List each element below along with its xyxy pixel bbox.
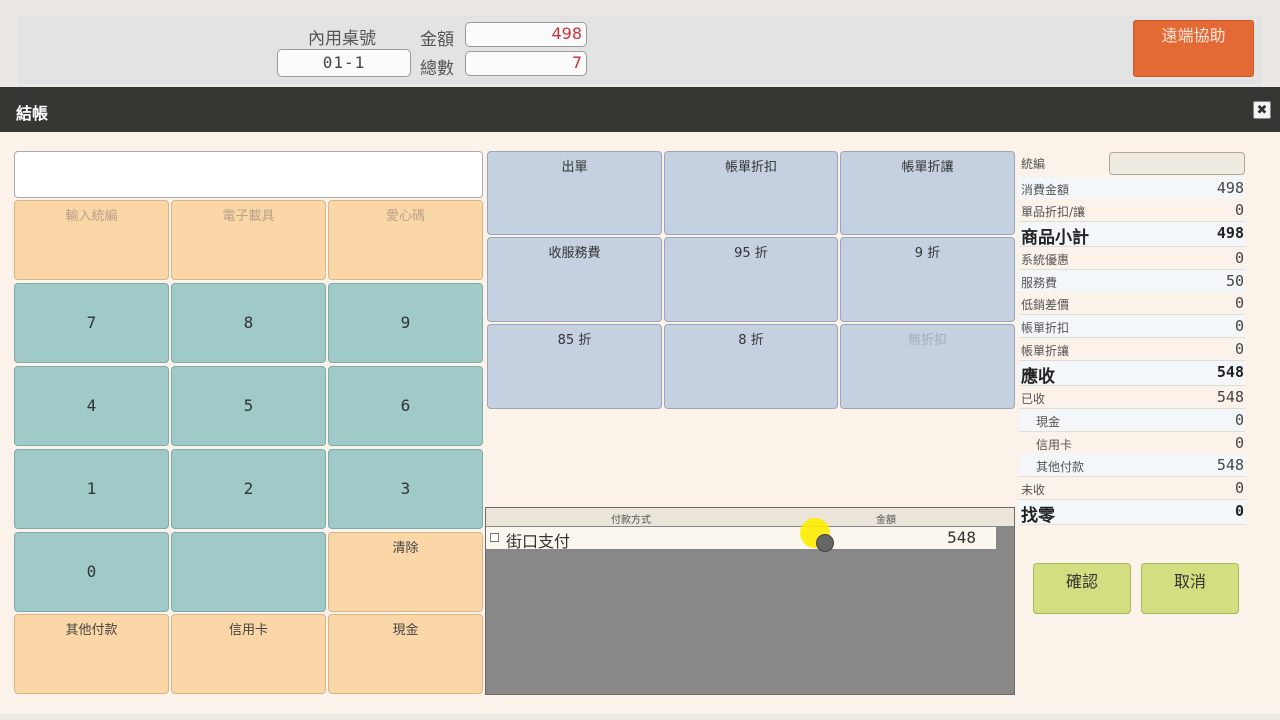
payment-method: 街口支付 <box>506 532 571 551</box>
digit-7-button[interactable]: 7 <box>14 283 169 363</box>
remote-help-button[interactable]: 遠端協助 <box>1133 20 1254 77</box>
donation-code-button[interactable]: 愛心碼 <box>328 200 483 280</box>
dialog-title: 結帳 <box>16 104 49 123</box>
confirm-button[interactable]: 確認 <box>1033 563 1131 614</box>
tax-id-input[interactable] <box>1109 152 1245 175</box>
credit-card-button[interactable]: 信用卡 <box>171 614 326 694</box>
discount-85-button[interactable]: 85 折 <box>487 324 662 409</box>
close-icon[interactable]: ✖ <box>1253 101 1271 119</box>
payment-method-column: 付款方式 <box>611 515 651 526</box>
digit-8-button[interactable]: 8 <box>171 283 326 363</box>
digit-1-button[interactable]: 1 <box>14 449 169 529</box>
cancel-button[interactable]: 取消 <box>1141 563 1239 614</box>
other-payment-button[interactable]: 其他付款 <box>14 614 169 694</box>
keypad-entry-field[interactable] <box>14 151 483 198</box>
summary-row: 系統優惠 0 <box>1019 247 1245 270</box>
discount-90-button[interactable]: 9 折 <box>840 237 1015 322</box>
summary-row: 已收 548 <box>1019 386 1245 409</box>
digit-2-button[interactable]: 2 <box>171 449 326 529</box>
payment-row[interactable]: 街口支付 548 <box>486 527 996 551</box>
summary-row-subtotal: 商品小計 498 <box>1019 222 1245 248</box>
amount-field: 498 <box>465 22 587 47</box>
bill-discount-button[interactable]: 帳單折扣 <box>664 151 838 235</box>
mouse-cursor <box>816 534 834 552</box>
digit-5-button[interactable]: 5 <box>171 366 326 446</box>
payment-amount: 548 <box>947 528 976 547</box>
digit-0-button[interactable]: 0 <box>14 532 169 612</box>
table-number-label: 內用桌號 <box>308 29 376 49</box>
digit-4-button[interactable]: 4 <box>14 366 169 446</box>
count-field: 7 <box>465 51 587 76</box>
digit-9-button[interactable]: 9 <box>328 283 483 363</box>
digit-6-button[interactable]: 6 <box>328 366 483 446</box>
discount-95-button[interactable]: 95 折 <box>664 237 838 322</box>
print-bill-button[interactable]: 出單 <box>487 151 662 235</box>
clear-button[interactable]: 清除 <box>328 532 483 612</box>
summary-row: 帳單折讓 0 <box>1019 338 1245 361</box>
e-carrier-button[interactable]: 電子載具 <box>171 200 326 280</box>
summary-row-receivable: 應收 548 <box>1019 361 1245 387</box>
no-discount-button[interactable]: 無折扣 <box>840 324 1015 409</box>
summary-row: 未收 0 <box>1019 477 1245 500</box>
summary-row: 帳單折扣 0 <box>1019 315 1245 338</box>
summary-row: 消費金額 498 <box>1019 177 1245 200</box>
service-charge-button[interactable]: 收服務費 <box>487 237 662 322</box>
checkout-titlebar: 結帳 <box>0 87 1280 132</box>
order-info-bar <box>18 16 1262 84</box>
summary-row: 現金 0 <box>1019 409 1245 432</box>
summary-row: 信用卡 0 <box>1019 432 1245 455</box>
cash-button[interactable]: 現金 <box>328 614 483 694</box>
payment-table: 付款方式 金額 街口支付 548 <box>485 507 1015 695</box>
blank-key <box>171 532 326 612</box>
summary-row-change: 找零 0 <box>1019 500 1245 526</box>
summary-row: 其他付款 548 <box>1019 454 1245 477</box>
payment-amount-column: 金額 <box>876 515 896 526</box>
bottom-strip <box>0 714 1280 720</box>
amount-label: 金額 <box>420 30 454 50</box>
summary-row: 單品折扣/讓 0 <box>1019 199 1245 222</box>
payment-row-checkbox[interactable] <box>490 533 499 542</box>
input-tax-id-button[interactable]: 輸入統編 <box>14 200 169 280</box>
summary-row: 服務費 50 <box>1019 270 1245 293</box>
digit-3-button[interactable]: 3 <box>328 449 483 529</box>
table-number-field: 01-1 <box>277 49 411 77</box>
bill-allowance-button[interactable]: 帳單折讓 <box>840 151 1015 235</box>
tax-id-label: 統編 <box>1021 157 1046 171</box>
summary-row: 低銷差價 0 <box>1019 292 1245 315</box>
count-label: 總數 <box>420 59 454 79</box>
discount-80-button[interactable]: 8 折 <box>664 324 838 409</box>
payment-table-header: 付款方式 金額 <box>486 508 1014 526</box>
